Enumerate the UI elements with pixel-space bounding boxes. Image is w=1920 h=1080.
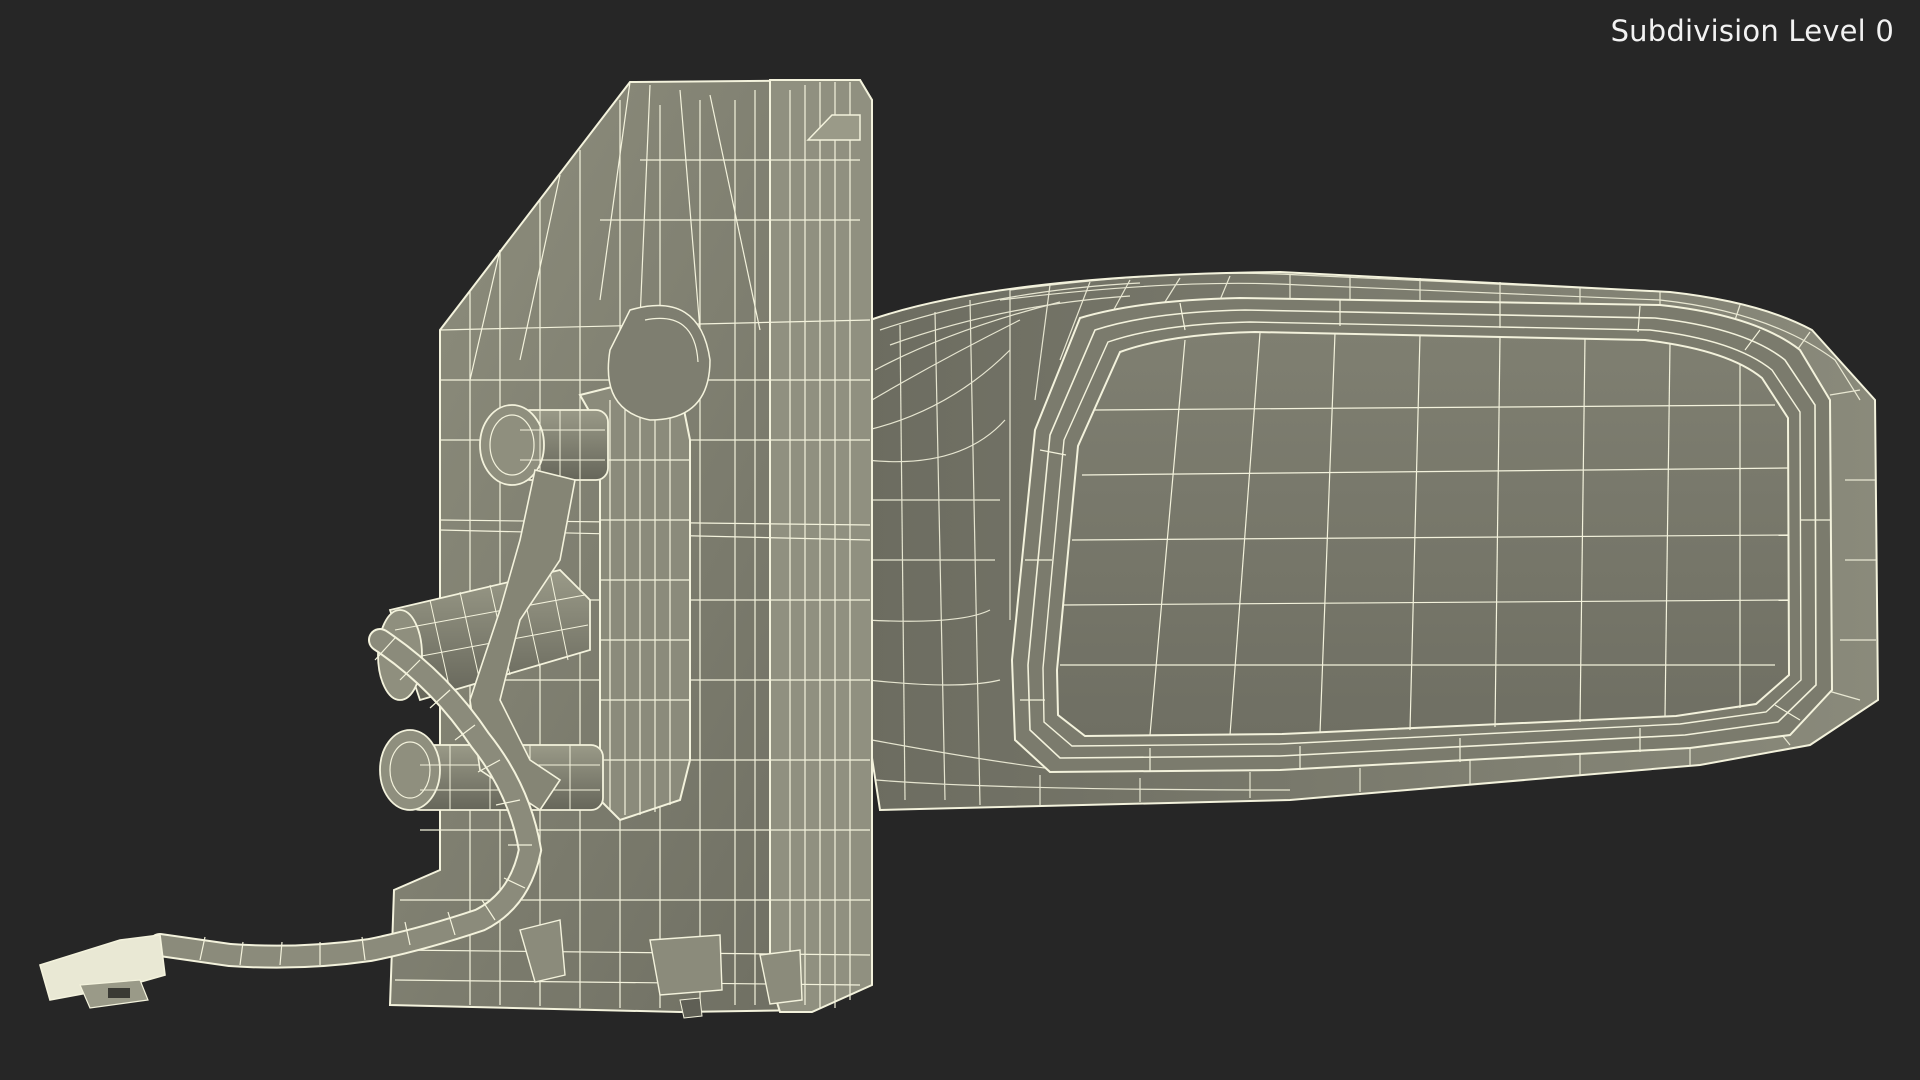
side-mirror-wireframe-render <box>39 78 1880 1019</box>
mirror-glass <box>1055 330 1791 738</box>
subdivision-level-label: Subdivision Level 0 <box>1610 14 1894 48</box>
render-viewport: Subdivision Level 0 <box>0 0 1920 1080</box>
